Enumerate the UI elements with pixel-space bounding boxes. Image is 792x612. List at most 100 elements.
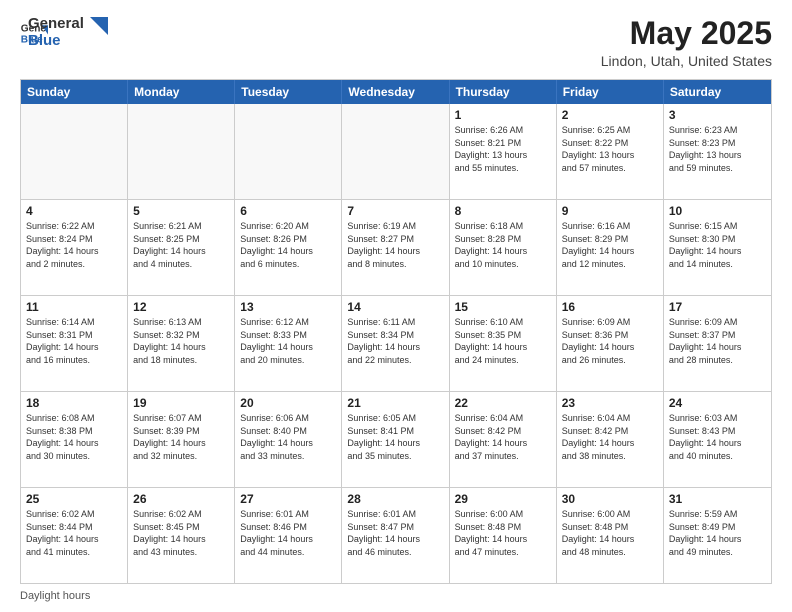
day-number: 24 [669,396,766,410]
logo-general-text: General [28,16,84,33]
cell-info: Sunrise: 6:25 AM Sunset: 8:22 PM Dayligh… [562,124,658,174]
table-row: 2 Sunrise: 6:25 AM Sunset: 8:22 PM Daylig… [557,104,664,199]
cell-info: Sunrise: 6:22 AM Sunset: 8:24 PM Dayligh… [26,220,122,270]
calendar-row: 4Sunrise: 6:22 AM Sunset: 8:24 PM Daylig… [21,199,771,295]
cell-info: Sunrise: 6:04 AM Sunset: 8:42 PM Dayligh… [455,412,551,462]
table-row [235,104,342,199]
day-number: 11 [26,300,122,314]
day-number: 28 [347,492,443,506]
calendar: SundayMondayTuesdayWednesdayThursdayFrid… [20,79,772,584]
day-number: 21 [347,396,443,410]
day-number: 15 [455,300,551,314]
cell-info: Sunrise: 6:16 AM Sunset: 8:29 PM Dayligh… [562,220,658,270]
calendar-row: 1Sunrise: 6:26 AM Sunset: 8:21 PM Daylig… [21,104,771,199]
table-row: 25Sunrise: 6:02 AM Sunset: 8:44 PM Dayli… [21,488,128,583]
cell-info: Sunrise: 6:09 AM Sunset: 8:37 PM Dayligh… [669,316,766,366]
cell-info: Sunrise: 6:00 AM Sunset: 8:48 PM Dayligh… [562,508,658,558]
cell-info: Sunrise: 6:18 AM Sunset: 8:28 PM Dayligh… [455,220,551,270]
cell-info: Sunrise: 6:00 AM Sunset: 8:48 PM Dayligh… [455,508,551,558]
location: Lindon, Utah, United States [601,53,772,69]
logo-blue-text: Blue [28,33,84,50]
cell-info: Sunrise: 6:26 AM Sunset: 8:21 PM Dayligh… [455,124,551,174]
calendar-row: 18 Sunrise: 6:08 AM Sunset: 8:38 PM Dayli… [21,391,771,487]
day-number: 18 [26,396,122,410]
table-row: 28 Sunrise: 6:01 AM Sunset: 8:47 PM Dayli… [342,488,449,583]
table-row: 17 Sunrise: 6:09 AM Sunset: 8:37 PM Dayli… [664,296,771,391]
day-number: 2 [562,108,658,122]
cell-info: Sunrise: 6:06 AM Sunset: 8:40 PM Dayligh… [240,412,336,462]
table-row: 23Sunrise: 6:04 AM Sunset: 8:42 PM Dayli… [557,392,664,487]
cell-info: Sunrise: 6:05 AM Sunset: 8:41 PM Dayligh… [347,412,443,462]
table-row: 7Sunrise: 6:19 AM Sunset: 8:27 PM Daylig… [342,200,449,295]
day-number: 31 [669,492,766,506]
cell-info: Sunrise: 6:14 AM Sunset: 8:31 PM Dayligh… [26,316,122,366]
cell-info: Sunrise: 6:08 AM Sunset: 8:38 PM Dayligh… [26,412,122,462]
calendar-row: 25Sunrise: 6:02 AM Sunset: 8:44 PM Dayli… [21,487,771,583]
cell-info: Sunrise: 6:13 AM Sunset: 8:32 PM Dayligh… [133,316,229,366]
calendar-header: SundayMondayTuesdayWednesdayThursdayFrid… [21,80,771,104]
cell-info: Sunrise: 6:11 AM Sunset: 8:34 PM Dayligh… [347,316,443,366]
cell-info: Sunrise: 6:02 AM Sunset: 8:44 PM Dayligh… [26,508,122,558]
day-number: 30 [562,492,658,506]
day-number: 20 [240,396,336,410]
table-row: 3 Sunrise: 6:23 AM Sunset: 8:23 PM Daylig… [664,104,771,199]
cell-info: Sunrise: 6:07 AM Sunset: 8:39 PM Dayligh… [133,412,229,462]
page: General Blue General Blue May 2025 Lindo… [0,0,792,612]
table-row: 19Sunrise: 6:07 AM Sunset: 8:39 PM Dayli… [128,392,235,487]
calendar-header-cell: Saturday [664,80,771,104]
logo-arrow-icon [90,17,108,45]
calendar-row: 11 Sunrise: 6:14 AM Sunset: 8:31 PM Dayli… [21,295,771,391]
calendar-header-cell: Wednesday [342,80,449,104]
calendar-body: 1Sunrise: 6:26 AM Sunset: 8:21 PM Daylig… [21,104,771,583]
calendar-header-cell: Sunday [21,80,128,104]
cell-info: Sunrise: 6:21 AM Sunset: 8:25 PM Dayligh… [133,220,229,270]
table-row: 6 Sunrise: 6:20 AM Sunset: 8:26 PM Daylig… [235,200,342,295]
day-number: 29 [455,492,551,506]
table-row: 27Sunrise: 6:01 AM Sunset: 8:46 PM Dayli… [235,488,342,583]
table-row: 30 Sunrise: 6:00 AM Sunset: 8:48 PM Dayli… [557,488,664,583]
table-row: 24Sunrise: 6:03 AM Sunset: 8:43 PM Dayli… [664,392,771,487]
day-number: 6 [240,204,336,218]
day-number: 26 [133,492,229,506]
day-number: 23 [562,396,658,410]
cell-info: Sunrise: 6:10 AM Sunset: 8:35 PM Dayligh… [455,316,551,366]
cell-info: Sunrise: 6:01 AM Sunset: 8:46 PM Dayligh… [240,508,336,558]
calendar-header-cell: Tuesday [235,80,342,104]
cell-info: Sunrise: 5:59 AM Sunset: 8:49 PM Dayligh… [669,508,766,558]
logo: General Blue General Blue [20,16,108,49]
cell-info: Sunrise: 6:20 AM Sunset: 8:26 PM Dayligh… [240,220,336,270]
day-number: 13 [240,300,336,314]
table-row: 12 Sunrise: 6:13 AM Sunset: 8:32 PM Dayli… [128,296,235,391]
cell-info: Sunrise: 6:09 AM Sunset: 8:36 PM Dayligh… [562,316,658,366]
table-row: 29 Sunrise: 6:00 AM Sunset: 8:48 PM Dayli… [450,488,557,583]
table-row [128,104,235,199]
table-row: 16Sunrise: 6:09 AM Sunset: 8:36 PM Dayli… [557,296,664,391]
table-row: 31 Sunrise: 5:59 AM Sunset: 8:49 PM Dayli… [664,488,771,583]
table-row: 21 Sunrise: 6:05 AM Sunset: 8:41 PM Dayli… [342,392,449,487]
table-row: 26 Sunrise: 6:02 AM Sunset: 8:45 PM Dayli… [128,488,235,583]
day-number: 5 [133,204,229,218]
table-row: 18 Sunrise: 6:08 AM Sunset: 8:38 PM Dayli… [21,392,128,487]
table-row: 15 Sunrise: 6:10 AM Sunset: 8:35 PM Dayli… [450,296,557,391]
day-number: 3 [669,108,766,122]
month-title: May 2025 [601,16,772,51]
day-number: 17 [669,300,766,314]
calendar-header-cell: Monday [128,80,235,104]
calendar-header-cell: Friday [557,80,664,104]
table-row: 20 Sunrise: 6:06 AM Sunset: 8:40 PM Dayli… [235,392,342,487]
table-row [342,104,449,199]
table-row: 13 Sunrise: 6:12 AM Sunset: 8:33 PM Dayli… [235,296,342,391]
cell-info: Sunrise: 6:01 AM Sunset: 8:47 PM Dayligh… [347,508,443,558]
day-number: 8 [455,204,551,218]
day-number: 10 [669,204,766,218]
table-row: 5 Sunrise: 6:21 AM Sunset: 8:25 PM Daylig… [128,200,235,295]
cell-info: Sunrise: 6:02 AM Sunset: 8:45 PM Dayligh… [133,508,229,558]
table-row: 10 Sunrise: 6:15 AM Sunset: 8:30 PM Dayli… [664,200,771,295]
day-number: 12 [133,300,229,314]
day-number: 14 [347,300,443,314]
cell-info: Sunrise: 6:23 AM Sunset: 8:23 PM Dayligh… [669,124,766,174]
cell-info: Sunrise: 6:15 AM Sunset: 8:30 PM Dayligh… [669,220,766,270]
day-number: 7 [347,204,443,218]
cell-info: Sunrise: 6:12 AM Sunset: 8:33 PM Dayligh… [240,316,336,366]
header: General Blue General Blue May 2025 Lindo… [20,16,772,69]
